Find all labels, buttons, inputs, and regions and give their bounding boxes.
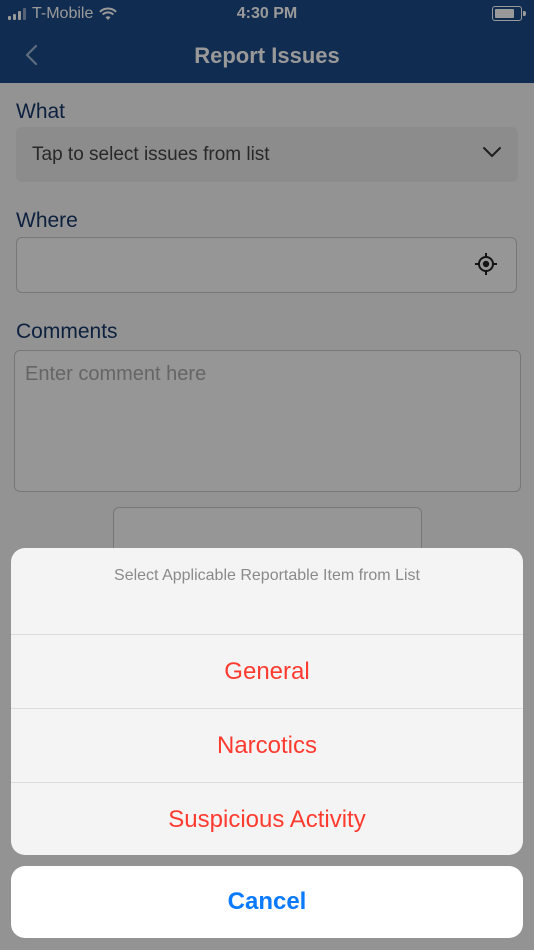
action-sheet-title: Select Applicable Reportable Item from L… [11,548,523,635]
option-general[interactable]: General [11,635,523,709]
cancel-button[interactable]: Cancel [11,866,523,938]
option-narcotics[interactable]: Narcotics [11,709,523,783]
action-sheet: Select Applicable Reportable Item from L… [11,548,523,855]
option-suspicious-activity[interactable]: Suspicious Activity [11,783,523,855]
